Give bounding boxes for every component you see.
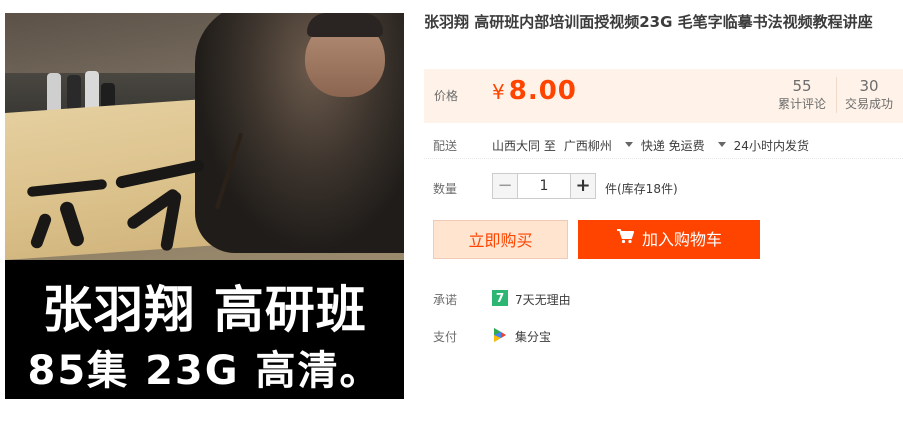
product-main-image[interactable]: 张羽翔 高研班 85集 23G 高清。	[5, 13, 404, 399]
shipping-from: 山西大同 至	[492, 139, 556, 153]
calligrapher-hair	[307, 13, 383, 37]
shipping-label: 配送	[433, 139, 458, 153]
shipping-info: 山西大同 至广西柳州 快递 免运费 24小时内发货	[492, 137, 817, 154]
caption-line-2: 85集 23G 高清。	[27, 348, 382, 394]
promise-text[interactable]: 7天无理由	[515, 291, 571, 308]
product-title: 张羽翔 高研班内部培训面授视频23G 毛笔字临摹书法视频教程讲座	[424, 13, 873, 31]
sold-count: 30	[859, 77, 879, 95]
shipping-destination-select[interactable]: 广西柳州	[564, 139, 633, 153]
sold-stat: 30 交易成功	[836, 77, 901, 113]
quantity-row: 数量 − 1 + 件(库存18件)	[424, 173, 903, 201]
sold-label: 交易成功	[844, 97, 893, 111]
shipping-destination: 广西柳州	[563, 139, 612, 153]
promise-row: 承诺 7 7天无理由	[424, 289, 903, 309]
promise-label: 承诺	[433, 293, 458, 307]
price-value: ¥8.00	[492, 76, 577, 106]
quantity-input[interactable]: 1	[518, 173, 570, 199]
add-to-cart-label: 加入购物车	[641, 230, 722, 249]
quantity-increase-button[interactable]: +	[570, 173, 596, 199]
chevron-down-icon	[717, 142, 726, 147]
shipping-method: 快递 免运费	[640, 139, 705, 153]
reviews-stat[interactable]: 55 累计评论	[772, 77, 832, 113]
seven-day-return-icon: 7	[492, 290, 508, 306]
price-panel: 价格 ¥8.00 55 累计评论 30 交易成功	[424, 69, 903, 123]
payment-row: 支付 集分宝	[424, 326, 903, 346]
stock-text: 件(库存18件)	[605, 182, 678, 196]
shopping-cart-icon	[616, 219, 634, 258]
currency-symbol: ¥	[492, 80, 506, 104]
price-label: 价格	[434, 89, 459, 103]
ink-bottle	[47, 73, 61, 113]
payment-label: 支付	[433, 330, 458, 344]
jifenbao-icon	[492, 327, 508, 343]
add-to-cart-button[interactable]: 加入购物车	[578, 220, 760, 259]
shipping-row: 配送 山西大同 至广西柳州 快递 免运费 24小时内发货	[424, 130, 903, 159]
quantity-decrease-button[interactable]: −	[492, 173, 518, 199]
reviews-count: 55	[792, 77, 812, 95]
buy-now-button[interactable]: 立即购买	[433, 220, 568, 259]
image-caption: 张羽翔 高研班 85集 23G 高清。	[5, 260, 404, 399]
reviews-label: 累计评论	[777, 97, 826, 111]
quantity-label: 数量	[433, 182, 458, 196]
chevron-down-icon	[624, 142, 633, 147]
price-amount: 8.00	[508, 76, 577, 106]
shipping-method-select[interactable]: 快递 免运费	[641, 139, 726, 153]
dispatch-time: 24小时内发货	[733, 139, 809, 153]
calligraphy-scene	[5, 13, 404, 260]
payment-text[interactable]: 集分宝	[515, 328, 551, 345]
quantity-stepper: − 1 +	[492, 173, 596, 199]
caption-line-1: 张羽翔 高研班	[42, 281, 367, 339]
